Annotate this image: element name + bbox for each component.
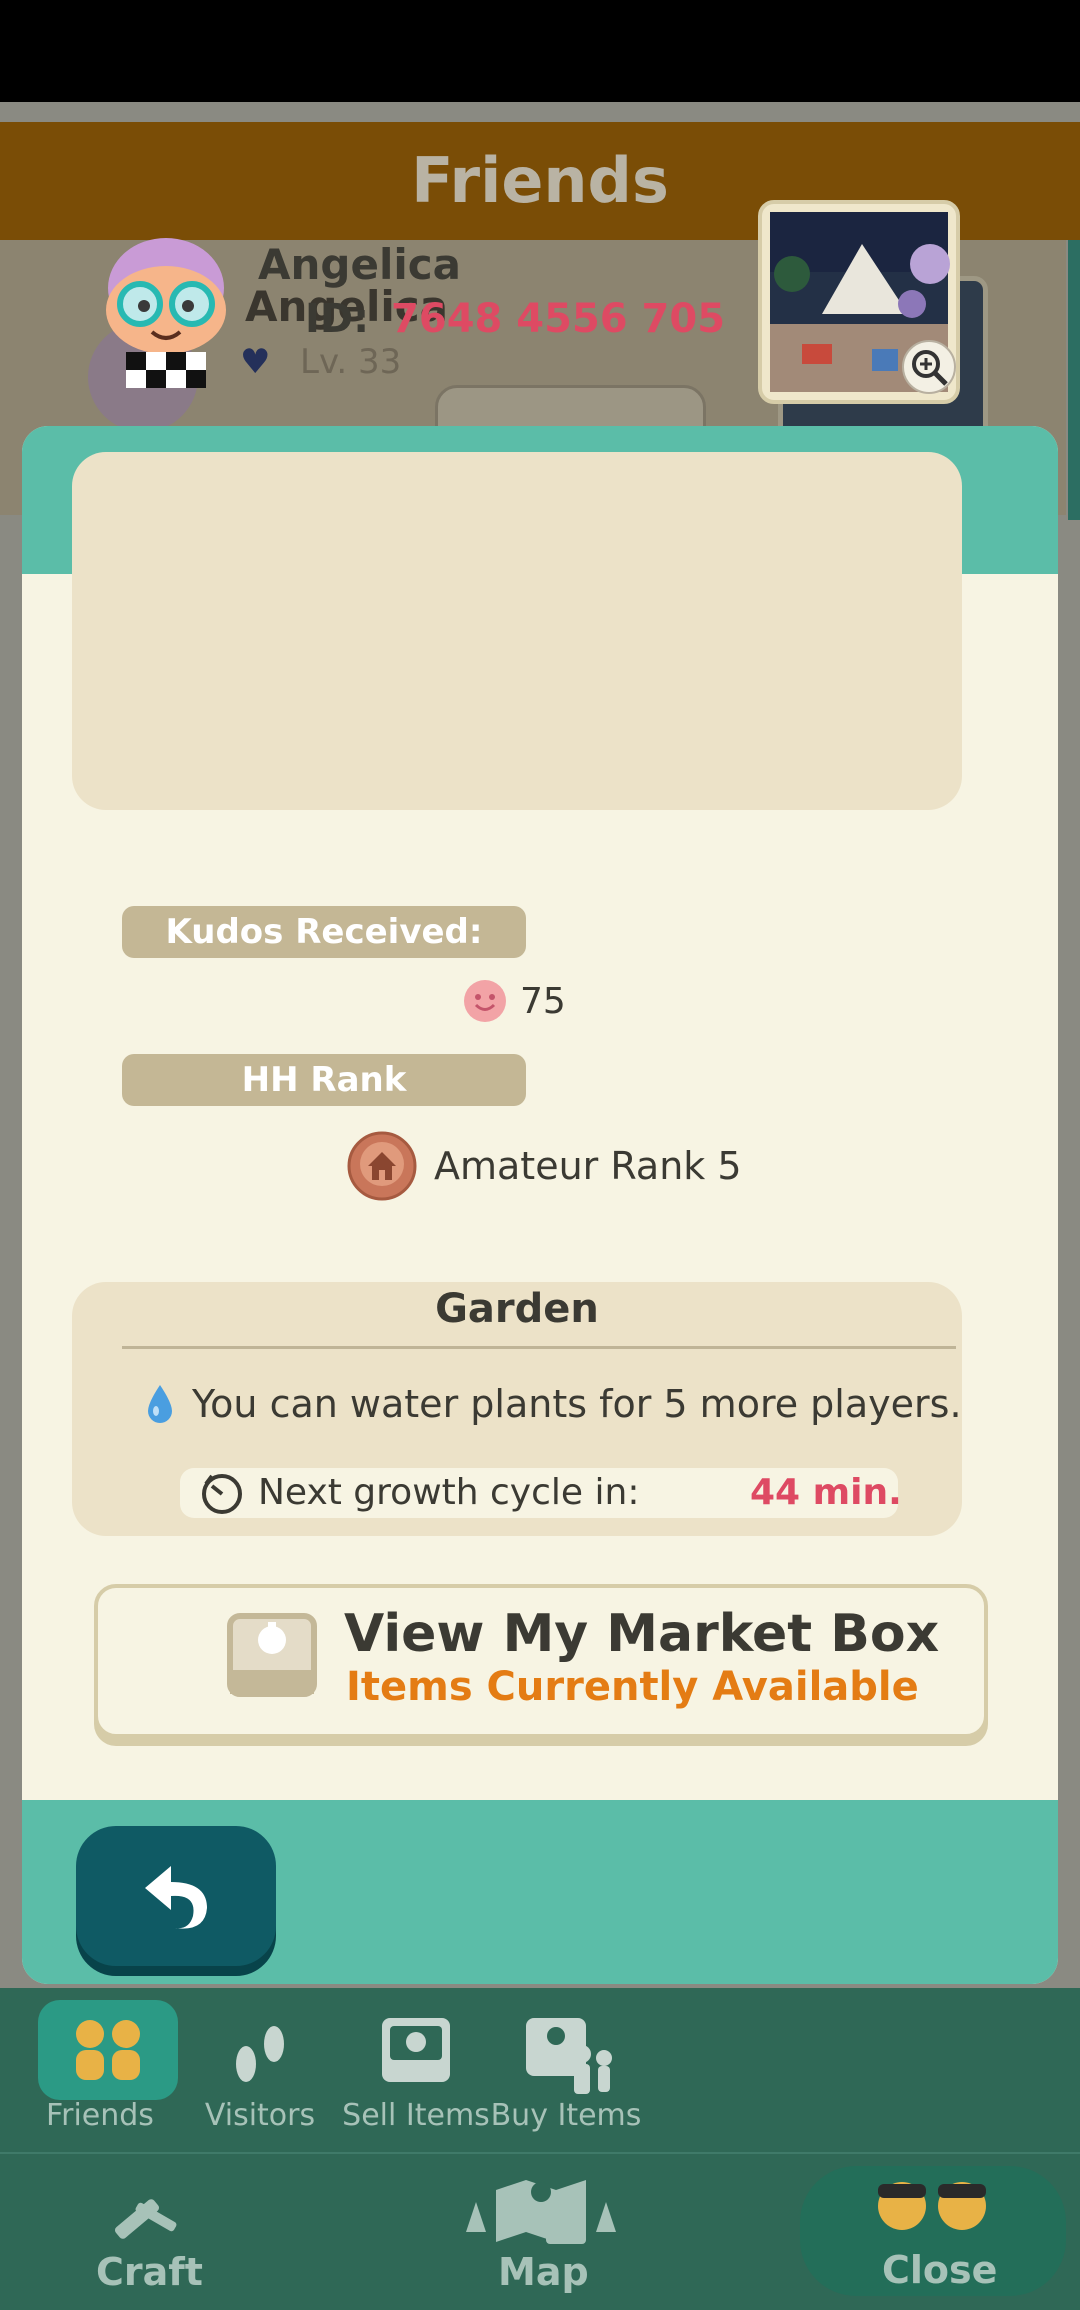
- stats-panel: [72, 452, 962, 810]
- market-box-icon: [227, 1613, 317, 1697]
- tab-friends-label: Friends: [46, 2098, 154, 2133]
- tab-sell-items[interactable]: Sell Items: [342, 1996, 490, 2133]
- garden-divider: [122, 1346, 956, 1349]
- zoom-in-icon[interactable]: [902, 340, 956, 394]
- tab-friends[interactable]: Friends: [30, 1996, 178, 2133]
- water-info: You can water plants for 5 more players.: [144, 1382, 962, 1426]
- nav-divider: [0, 2152, 1080, 2154]
- friend-level: Lv. 33: [300, 342, 402, 382]
- hh-rank-label: HH Rank: [122, 1054, 526, 1106]
- player-id: ID: 7648 4556 705: [305, 296, 725, 342]
- friends-icon: [76, 2020, 140, 2080]
- close-label: Close: [882, 2248, 998, 2292]
- villagers-icon: [878, 2182, 986, 2230]
- back-arrow-icon: [145, 1866, 207, 1929]
- sell-box-icon: [382, 2018, 450, 2082]
- hh-rank-value: Amateur Rank 5: [434, 1144, 742, 1188]
- map-icon: [466, 2180, 616, 2244]
- craft-button[interactable]: Craft: [96, 2250, 203, 2294]
- scrollbar[interactable]: [1068, 240, 1080, 520]
- footprints-icon: [236, 2026, 284, 2082]
- tab-visitors[interactable]: Visitors: [190, 1996, 330, 2133]
- player-name: Angelica: [258, 240, 461, 289]
- map-button[interactable]: Map: [498, 2250, 589, 2294]
- cycle-value: 44 min.: [750, 1472, 902, 1513]
- tab-buy-items[interactable]: Buy Items: [491, 1996, 641, 2133]
- kudos-value: 75: [520, 980, 566, 1022]
- craft-icon: [114, 2199, 177, 2239]
- timer-icon: [202, 1474, 242, 1514]
- smiley-icon: [464, 980, 506, 1022]
- id-value: 7648 4556 705: [391, 296, 726, 342]
- market-subtitle: Items Currently Available: [346, 1664, 919, 1710]
- rank-medal-icon: [347, 1131, 417, 1201]
- tab-visitors-label: Visitors: [204, 2098, 316, 2133]
- cycle-label: Next growth cycle in:: [258, 1472, 640, 1513]
- kudos-count: 75: [462, 978, 566, 1024]
- buy-items-icon: [526, 2018, 612, 2094]
- hh-rank: Amateur Rank 5: [346, 1130, 742, 1202]
- player-avatar: [106, 238, 226, 388]
- market-title: View My Market Box: [344, 1604, 940, 1664]
- garden-title: Garden: [435, 1286, 599, 1332]
- close-button[interactable]: Close: [800, 2166, 1066, 2296]
- back-button[interactable]: [76, 1826, 276, 1966]
- water-text: You can water plants for 5 more players.: [192, 1382, 962, 1426]
- kudos-label: Kudos Received:: [122, 906, 526, 958]
- id-label: ID:: [305, 296, 370, 342]
- status-bar: [0, 0, 1080, 102]
- water-drop-icon: [148, 1385, 172, 1423]
- tab-buy-items-label: Buy Items: [490, 2098, 642, 2133]
